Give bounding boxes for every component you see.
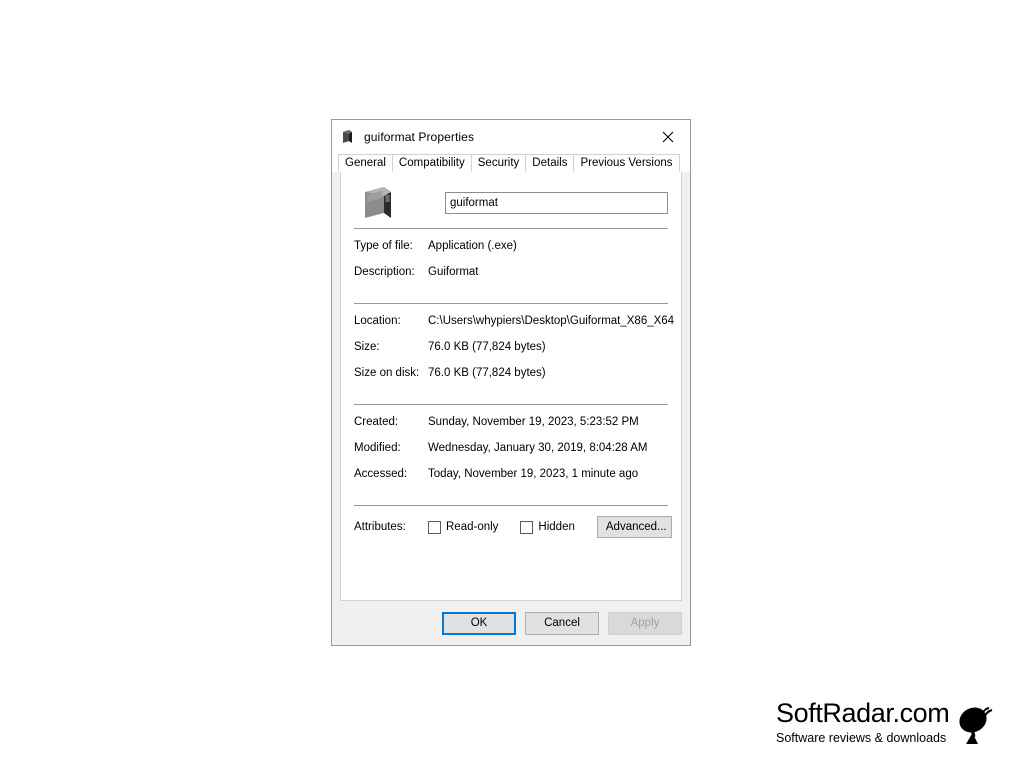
properties-window: guiformat Properties General Compatibili… xyxy=(331,119,691,646)
logo-title: SoftRadar.com xyxy=(776,698,950,728)
ok-button[interactable]: OK xyxy=(442,611,516,635)
detail-row-size-on-disk: Size on disk: 76.0 KB (77,824 bytes) xyxy=(354,367,668,393)
apply-button: Apply xyxy=(608,611,682,635)
detail-row-accessed: Accessed: Today, November 19, 2023, 1 mi… xyxy=(354,468,668,494)
tab-security[interactable]: Security xyxy=(470,154,527,172)
tab-security-label: Security xyxy=(477,157,520,169)
tab-previous-versions[interactable]: Previous Versions xyxy=(573,154,680,172)
detail-row-location: Location: C:\Users\whypiers\Desktop\Guif… xyxy=(354,315,674,341)
detail-label: Created: xyxy=(354,416,399,428)
detail-value: Wednesday, January 30, 2019, 8:04:28 AM xyxy=(428,442,648,454)
detail-label: Type of file: xyxy=(354,240,413,252)
file-name-row xyxy=(354,172,668,228)
file-exe-icon xyxy=(339,128,357,146)
detail-label: Modified: xyxy=(354,442,401,454)
detail-value: 76.0 KB (77,824 bytes) xyxy=(428,367,546,379)
file-name-input[interactable] xyxy=(445,192,668,214)
detail-value: Application (.exe) xyxy=(428,240,517,252)
detail-label: Description: xyxy=(354,266,415,278)
timestamps-group: Created: Sunday, November 19, 2023, 5:23… xyxy=(354,405,668,505)
cancel-button[interactable]: Cancel xyxy=(525,611,599,635)
detail-value: 76.0 KB (77,824 bytes) xyxy=(428,341,546,353)
readonly-label: Read-only xyxy=(446,521,499,533)
tab-compatibility[interactable]: Compatibility xyxy=(391,154,472,172)
tab-strip: General Compatibility Security Details P… xyxy=(332,154,690,172)
general-tab-panel: Type of file: Application (.exe) Descrip… xyxy=(340,171,682,601)
file-exe-icon xyxy=(362,186,394,220)
attributes-label: Attributes: xyxy=(354,521,406,533)
hidden-checkbox[interactable]: Hidden xyxy=(520,520,575,534)
tab-general[interactable]: General xyxy=(338,154,393,172)
tab-details-label: Details xyxy=(532,157,568,169)
advanced-button[interactable]: Advanced... xyxy=(596,516,672,538)
close-icon[interactable] xyxy=(646,121,690,154)
detail-row-description: Description: Guiformat xyxy=(354,266,668,292)
tab-previous-versions-label: Previous Versions xyxy=(580,157,673,169)
tab-details[interactable]: Details xyxy=(525,154,575,172)
detail-value: C:\Users\whypiers\Desktop\Guiformat_X86_… xyxy=(428,315,675,327)
dialog-footer: OK Cancel Apply xyxy=(332,601,690,645)
detail-row-created: Created: Sunday, November 19, 2023, 5:23… xyxy=(354,416,668,442)
window-title: guiformat Properties xyxy=(364,130,475,144)
satellite-dish-icon xyxy=(958,702,994,746)
logo-subtitle: Software reviews & downloads xyxy=(776,731,947,745)
attributes-row: Attributes: Read-only Hidden Advanced... xyxy=(354,506,672,540)
detail-row-size: Size: 76.0 KB (77,824 bytes) xyxy=(354,341,668,367)
hidden-label: Hidden xyxy=(538,521,575,533)
checkbox-box[interactable] xyxy=(520,520,534,534)
checkbox-box[interactable] xyxy=(428,520,441,534)
detail-label: Accessed: xyxy=(354,468,408,480)
logo-text-block: SoftRadar.com Software reviews & downloa… xyxy=(776,698,950,745)
title-bar: guiformat Properties xyxy=(332,120,690,154)
softradar-logo: SoftRadar.com Software reviews & downloa… xyxy=(776,700,994,746)
readonly-checkbox[interactable]: Read-only xyxy=(428,520,499,534)
tab-compatibility-label: Compatibility xyxy=(398,157,465,169)
tab-general-label: General xyxy=(345,157,386,169)
detail-label: Location: xyxy=(354,315,401,327)
detail-row-modified: Modified: Wednesday, January 30, 2019, 8… xyxy=(354,442,668,468)
detail-row-type-of-file: Type of file: Application (.exe) xyxy=(354,240,668,266)
detail-label: Size on disk: xyxy=(354,367,420,379)
location-size-group: Location: C:\Users\whypiers\Desktop\Guif… xyxy=(354,304,674,404)
detail-value: Today, November 19, 2023, 1 minute ago xyxy=(428,468,639,480)
detail-label: Size: xyxy=(354,341,380,353)
file-type-group: Type of file: Application (.exe) Descrip… xyxy=(354,229,668,303)
detail-value: Sunday, November 19, 2023, 5:23:52 PM xyxy=(428,416,639,428)
detail-value: Guiformat xyxy=(428,266,479,278)
